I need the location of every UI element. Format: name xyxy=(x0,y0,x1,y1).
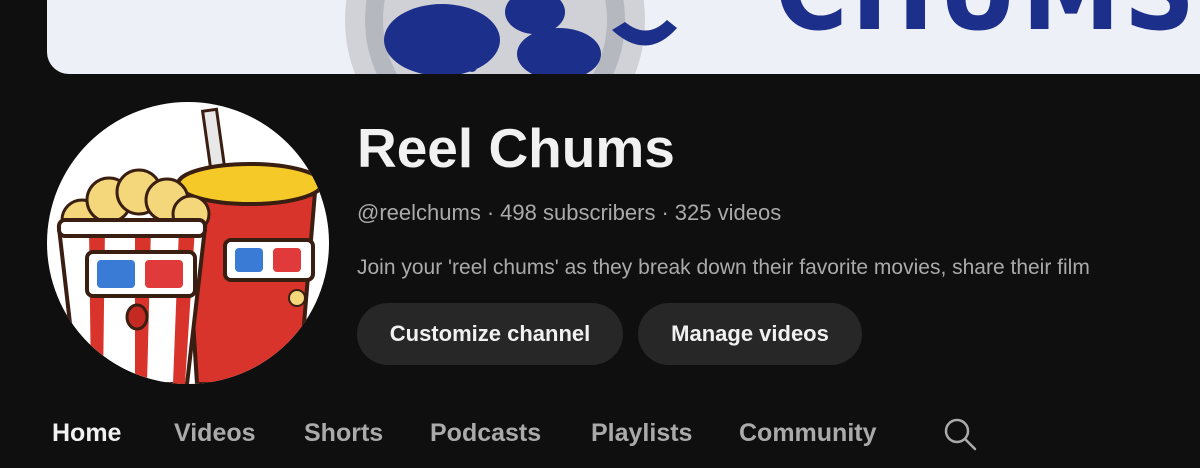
channel-banner: CHUMS xyxy=(47,0,1200,74)
customize-channel-button[interactable]: Customize channel xyxy=(357,303,623,365)
tab-shorts[interactable]: Shorts xyxy=(304,412,383,454)
subscriber-count: 498 subscribers xyxy=(500,200,656,225)
tab-search[interactable] xyxy=(942,416,978,457)
tab-home[interactable]: Home xyxy=(52,412,121,454)
banner-logo-text: CHUMS xyxy=(775,0,1199,46)
meta-separator: · xyxy=(661,200,669,225)
tab-podcasts[interactable]: Podcasts xyxy=(430,412,541,454)
popcorn-soda-mascot-icon xyxy=(56,107,324,384)
channel-tabs: Home Videos Shorts Podcasts Playlists Co… xyxy=(0,412,1200,454)
tab-community[interactable]: Community xyxy=(739,412,877,454)
video-count: 325 videos xyxy=(674,200,782,225)
channel-meta: @reelchums · 498 subscribers · 325 videos xyxy=(357,200,781,226)
tab-playlists[interactable]: Playlists xyxy=(591,412,692,454)
channel-avatar[interactable] xyxy=(47,102,329,384)
manage-videos-button[interactable]: Manage videos xyxy=(638,303,862,365)
search-icon xyxy=(944,418,977,451)
channel-description[interactable]: Join your 'reel chums' as they break dow… xyxy=(357,256,1200,280)
tab-videos[interactable]: Videos xyxy=(174,412,256,454)
channel-name: Reel Chums xyxy=(357,117,675,179)
channel-handle[interactable]: @reelchums xyxy=(357,200,481,225)
meta-separator: · xyxy=(486,200,495,225)
